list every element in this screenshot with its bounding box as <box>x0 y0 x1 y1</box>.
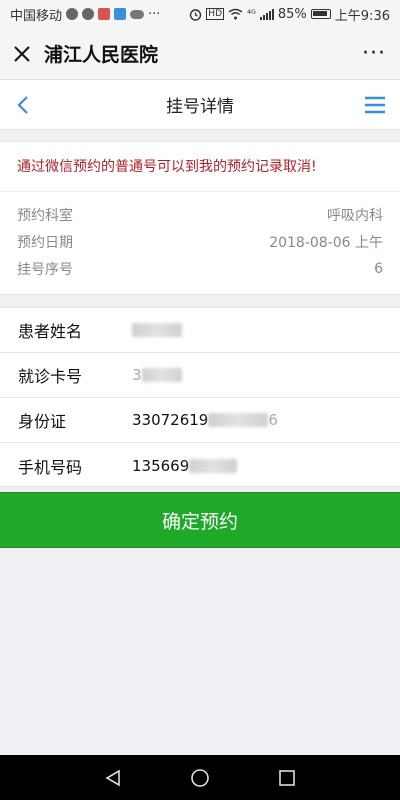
page-title: 浦江人民医院 <box>44 44 159 66</box>
app-notification-icon <box>98 8 111 20</box>
info-row-sequence: 挂号序号 6 <box>17 256 383 282</box>
cloud-icon <box>130 9 145 19</box>
form-row-phone: 手机号码 135669 <box>0 443 400 488</box>
info-label: 预约日期 <box>17 235 73 251</box>
phone-prefix: 135669 <box>132 456 190 475</box>
chevron-left-icon <box>17 95 28 114</box>
info-label: 预约科室 <box>17 208 73 224</box>
info-value: 2018-08-06 上午 <box>269 235 383 251</box>
id-number-prefix: 33072619 <box>132 411 209 429</box>
info-row-department: 预约科室 呼吸内科 <box>17 202 383 228</box>
patient-name-label: 患者姓名 <box>18 322 83 341</box>
battery-icon <box>310 9 331 19</box>
patient-form: 患者姓名 就诊卡号 3 身份证 33072619 6 手机号码 135669 <box>0 307 400 487</box>
form-row-name: 患者姓名 <box>0 308 400 353</box>
status-left: 中国移动 ··· <box>10 5 160 24</box>
confirm-appointment-button[interactable]: 确定预约 <box>0 492 400 548</box>
redacted-name <box>132 323 182 337</box>
phone-label: 手机号码 <box>18 457 83 477</box>
wechat-title-bar: 浦江人民医院 ··· <box>0 28 400 80</box>
cancel-notice: 通过微信预约的普通号可以到我的预约记录取消! <box>17 159 317 175</box>
more-button[interactable]: ··· <box>348 28 400 80</box>
square-recents-icon <box>278 769 295 786</box>
system-navigation-bar <box>0 755 400 800</box>
wifi-icon <box>228 8 243 20</box>
nav-title: 挂号详情 <box>166 97 234 117</box>
redacted-phone <box>189 458 238 473</box>
id-number-suffix: 6 <box>268 411 278 429</box>
carrier-name: 中国移动 <box>10 8 63 24</box>
card-number-value: 3 <box>132 366 182 384</box>
alarm-icon <box>190 8 202 21</box>
close-icon <box>14 45 30 62</box>
battery-percent: 85% <box>277 6 307 22</box>
status-bar: 中国移动 ··· HD ⁴ᴳ 85% 上午9:36 <box>0 0 400 28</box>
info-row-date: 预约日期 2018-08-06 上午 <box>17 229 383 255</box>
patient-name-value <box>132 323 182 337</box>
triangle-back-icon <box>105 769 121 786</box>
clock: 上午9:36 <box>334 8 390 24</box>
circle-home-icon <box>191 768 209 787</box>
form-row-card: 就诊卡号 3 <box>0 353 400 398</box>
info-value: 6 <box>374 261 383 277</box>
wechat-notification-icon <box>66 8 79 20</box>
hd-icon: HD <box>206 8 224 20</box>
system-back-button[interactable] <box>98 763 128 793</box>
divider <box>0 191 400 192</box>
card-number-prefix: 3 <box>132 366 142 384</box>
network-type: ⁴ᴳ <box>247 8 256 20</box>
app-notification-icon-2 <box>114 8 127 20</box>
id-card-label: 身份证 <box>18 412 67 431</box>
more-icon: ··· <box>362 41 386 66</box>
id-card-value: 33072619 6 <box>132 411 278 429</box>
info-value: 呼吸内科 <box>327 208 383 224</box>
system-recents-button[interactable] <box>272 763 302 793</box>
message-notification-icon <box>82 8 95 20</box>
hamburger-menu-icon <box>365 96 385 113</box>
redacted-id-number <box>208 413 269 427</box>
phone-value: 135669 <box>132 456 238 475</box>
more-notifications-icon: ··· <box>148 6 161 22</box>
status-right: HD ⁴ᴳ 85% 上午9:36 <box>189 5 390 24</box>
card-number-label: 就诊卡号 <box>18 367 83 386</box>
redacted-card-number <box>141 368 182 382</box>
back-button[interactable] <box>0 80 46 130</box>
appointment-info-card: 通过微信预约的普通号可以到我的预约记录取消! 预约科室 呼吸内科 预约日期 20… <box>0 141 400 295</box>
page-navbar: 挂号详情 <box>0 80 400 130</box>
info-label: 挂号序号 <box>17 262 73 278</box>
menu-button[interactable] <box>350 80 400 130</box>
system-home-button[interactable] <box>185 763 215 793</box>
close-button[interactable] <box>0 28 44 80</box>
form-row-id: 身份证 33072619 6 <box>0 398 400 443</box>
signal-icon <box>259 8 274 20</box>
